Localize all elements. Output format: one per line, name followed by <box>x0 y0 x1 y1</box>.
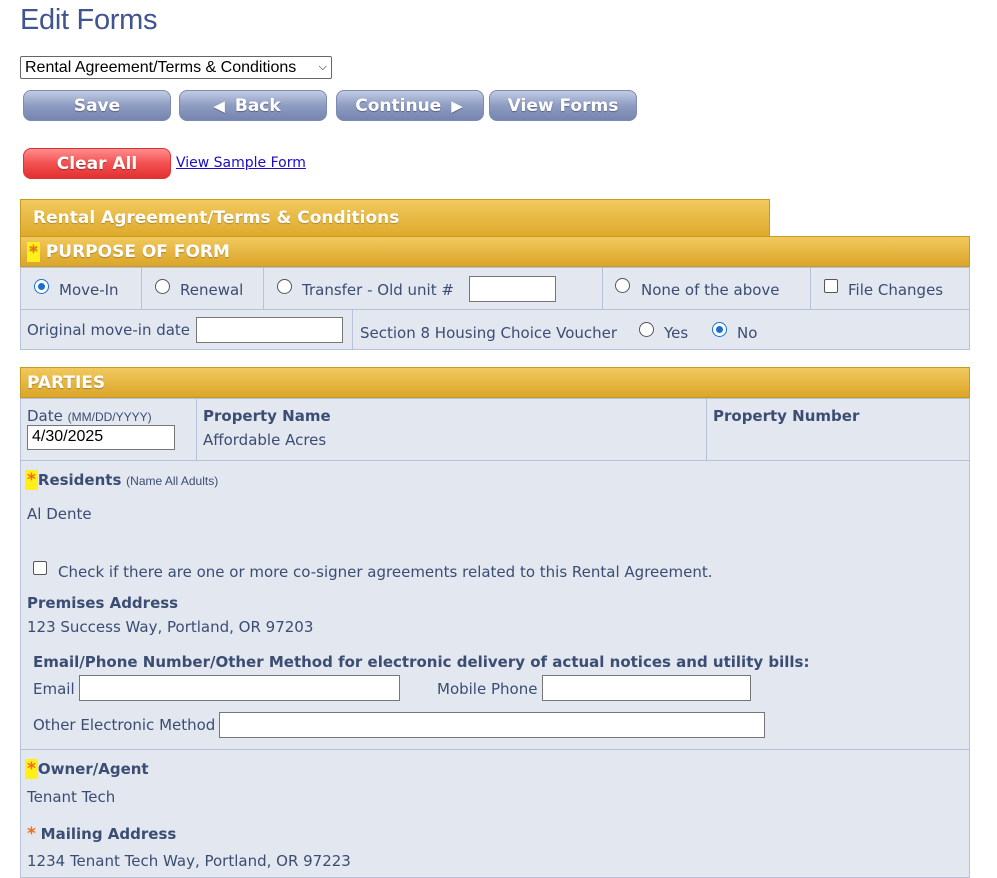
transfer-radio[interactable] <box>277 279 292 294</box>
move-in-label: Move-In <box>59 281 119 299</box>
row-divider <box>21 460 969 461</box>
none-label: None of the above <box>641 281 780 299</box>
continue-button-label: Continue <box>355 95 442 116</box>
parties-section-title: PARTIES <box>27 373 106 393</box>
date-cell: Date (MM/DD/YYYY) 4/30/2025 <box>21 399 197 460</box>
triangle-right-icon: ▶ <box>451 96 463 115</box>
purpose-options-row: Move-In Renewal Transfer - Old unit # No… <box>20 267 970 310</box>
section8-no-label: No <box>737 324 758 342</box>
owner-agent-value: Tenant Tech <box>27 788 116 806</box>
clear-all-button[interactable]: Clear All <box>23 148 171 179</box>
section8-yes-radio[interactable] <box>639 322 654 337</box>
option-cell-file-changes: File Changes <box>811 268 970 309</box>
row-divider <box>21 749 969 750</box>
required-star-icon: * <box>27 242 40 262</box>
required-star-icon: * <box>25 759 38 779</box>
page-title: Edit Forms <box>20 4 158 36</box>
option-cell-renewal: Renewal <box>142 268 264 309</box>
cosigner-label: Check if there are one or more co-signer… <box>58 563 713 581</box>
required-star-icon: * <box>25 470 38 490</box>
mobile-phone-input[interactable] <box>542 675 751 701</box>
move-in-radio[interactable] <box>34 279 49 294</box>
other-method-label: Other Electronic Method <box>33 716 216 734</box>
option-cell-move-in: Move-In <box>21 268 142 309</box>
transfer-label: Transfer - Old unit # <box>302 281 454 299</box>
property-name-label: Property Name <box>203 407 331 425</box>
residents-label: * Residents (Name All Adults) <box>25 470 219 490</box>
section8-yes-label: Yes <box>664 324 689 342</box>
property-number-cell: Property Number <box>707 399 970 460</box>
purpose-section-title: PURPOSE OF FORM <box>45 242 230 262</box>
back-button[interactable]: ◀ Back <box>179 90 327 121</box>
view-sample-form-link[interactable]: View Sample Form <box>176 155 306 171</box>
parties-panel: Date (MM/DD/YYYY) 4/30/2025 Property Nam… <box>20 398 970 878</box>
option-cell-none: None of the above <box>603 268 811 309</box>
parties-section-header: PARTIES <box>20 367 970 398</box>
original-move-in-cell: Original move-in date <box>21 310 353 349</box>
original-move-in-label: Original move-in date <box>27 321 191 339</box>
form-select[interactable]: Rental Agreement/Terms & Conditions ⌵ <box>20 56 332 79</box>
view-forms-button[interactable]: View Forms <box>489 90 637 121</box>
date-format: (MM/DD/YYYY) <box>67 410 152 424</box>
purpose-details-row: Original move-in date Section 8 Housing … <box>20 309 970 350</box>
save-button[interactable]: Save <box>23 90 171 121</box>
clear-all-button-label: Clear All <box>56 153 138 174</box>
residents-value: Al Dente <box>27 505 92 523</box>
email-label: Email <box>33 680 75 698</box>
date-input[interactable]: 4/30/2025 <box>27 425 175 450</box>
section8-no-radio[interactable] <box>712 322 727 337</box>
date-label: Date (MM/DD/YYYY) <box>27 407 152 425</box>
cosigner-checkbox[interactable] <box>33 561 47 575</box>
option-cell-transfer: Transfer - Old unit # <box>264 268 603 309</box>
purpose-section-header: * PURPOSE OF FORM <box>20 236 970 267</box>
triangle-left-icon: ◀ <box>213 96 225 115</box>
form-tab-title: Rental Agreement/Terms & Conditions <box>20 199 770 236</box>
renewal-radio[interactable] <box>155 279 170 294</box>
residents-note: (Name All Adults) <box>126 474 219 488</box>
mailing-address-label: * Mailing Address <box>27 824 177 844</box>
required-star-icon: * <box>27 824 36 844</box>
property-name-cell: Property Name Affordable Acres <box>197 399 707 460</box>
mailing-address-value: 1234 Tenant Tech Way, Portland, OR 97223 <box>27 852 351 870</box>
original-move-in-input[interactable] <box>196 317 343 343</box>
property-number-label: Property Number <box>713 407 860 425</box>
form-select-value: Rental Agreement/Terms & Conditions <box>25 58 297 76</box>
back-button-label: Back <box>234 95 281 116</box>
email-input[interactable] <box>79 675 400 701</box>
other-method-input[interactable] <box>219 712 765 738</box>
property-name-value: Affordable Acres <box>203 431 327 449</box>
save-button-label: Save <box>73 95 121 116</box>
file-changes-label: File Changes <box>848 281 944 299</box>
premises-address-value: 123 Success Way, Portland, OR 97203 <box>27 618 314 636</box>
mobile-phone-label: Mobile Phone <box>437 680 538 698</box>
renewal-label: Renewal <box>180 281 244 299</box>
owner-agent-label: * Owner/Agent <box>25 759 149 779</box>
section8-label: Section 8 Housing Choice Voucher <box>360 324 618 342</box>
file-changes-checkbox[interactable] <box>824 279 838 293</box>
none-radio[interactable] <box>615 278 630 293</box>
chevron-down-icon: ⌵ <box>318 61 327 73</box>
premises-address-label: Premises Address <box>27 594 179 612</box>
electronic-delivery-label: Email/Phone Number/Other Method for elec… <box>33 653 810 671</box>
view-forms-button-label: View Forms <box>507 95 619 116</box>
old-unit-input[interactable] <box>469 276 556 302</box>
continue-button[interactable]: Continue ▶ <box>336 90 484 121</box>
